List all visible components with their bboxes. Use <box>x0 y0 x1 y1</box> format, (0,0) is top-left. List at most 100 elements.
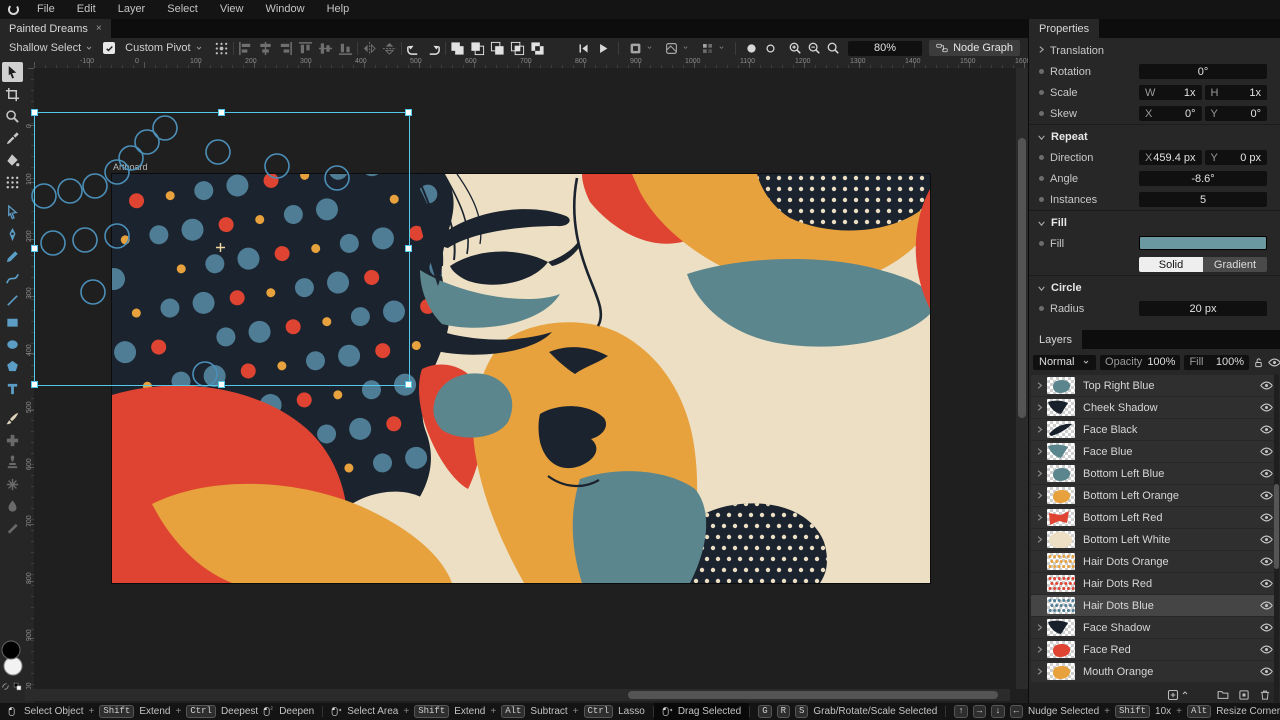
layer-visibility-eye-icon[interactable] <box>1260 556 1273 567</box>
menu-file[interactable]: File <box>26 0 66 19</box>
tab-layers[interactable]: Layers <box>1029 330 1082 349</box>
layer-visibility-eye-icon[interactable] <box>1260 446 1273 457</box>
pivot-checkbox[interactable] <box>103 42 115 54</box>
document-tab[interactable]: Painted Dreams × <box>0 19 111 38</box>
navigate-tool[interactable] <box>2 106 23 126</box>
heal-tool[interactable] <box>2 430 23 450</box>
canvas-vertical-scrollbar[interactable] <box>1016 68 1028 689</box>
layer-row-face-blue[interactable]: Face Blue <box>1031 441 1279 462</box>
flip-vertical-icon[interactable] <box>381 40 398 57</box>
rectangle-tool[interactable] <box>2 312 23 332</box>
layer-row-face-red[interactable]: Face Red <box>1031 639 1279 660</box>
layer-expand-chevron-icon[interactable] <box>1031 667 1047 676</box>
layer-expand-chevron-icon[interactable] <box>1031 645 1047 654</box>
view-mode-dropdown[interactable] <box>626 41 656 56</box>
parameter-dot[interactable] <box>1039 69 1044 74</box>
layer-fill-field[interactable]: Fill100% <box>1184 355 1249 370</box>
selection-handle[interactable] <box>405 109 412 116</box>
parameter-dot[interactable] <box>1039 155 1044 160</box>
layer-row-bottom-left-red[interactable]: Bottom Left Red <box>1031 507 1279 528</box>
eyedropper-tool[interactable] <box>2 128 23 148</box>
parameter-dot[interactable] <box>1039 176 1044 181</box>
new-layer-button[interactable] <box>1167 689 1189 701</box>
rotation-field[interactable]: 0° <box>1139 64 1267 79</box>
panel-scrollbar[interactable] <box>1274 374 1279 703</box>
layer-expand-chevron-icon[interactable] <box>1031 447 1047 456</box>
layer-visibility-eye-icon[interactable] <box>1260 644 1273 655</box>
layer-visibility-eye-icon[interactable] <box>1260 402 1273 413</box>
align-left-icon[interactable] <box>237 40 254 57</box>
expand-chevron-icon[interactable] <box>1037 45 1046 57</box>
layer-row-face-shadow[interactable]: Face Shadow <box>1031 617 1279 638</box>
gradient-button[interactable]: Gradient <box>1203 257 1267 272</box>
circle-filled-icon[interactable] <box>743 40 760 57</box>
align-right-icon[interactable] <box>277 40 294 57</box>
trash-button[interactable] <box>1259 689 1271 701</box>
overlays-dropdown[interactable] <box>662 41 692 56</box>
relight-tool[interactable] <box>2 518 23 538</box>
layer-visibility-eye-icon[interactable] <box>1260 666 1273 677</box>
panel-eye-icon[interactable] <box>1268 357 1280 368</box>
scale-w-field[interactable]: W1x <box>1139 85 1202 100</box>
layer-row-bottom-left-white[interactable]: Bottom Left White <box>1031 529 1279 550</box>
scale-h-field[interactable]: H1x <box>1205 85 1268 100</box>
patina-tool[interactable] <box>2 474 23 494</box>
layer-visibility-eye-icon[interactable] <box>1260 490 1273 501</box>
selection-handle[interactable] <box>405 245 412 252</box>
selection-handle[interactable] <box>405 381 412 388</box>
bool-subtract-front-icon[interactable] <box>469 40 486 57</box>
layer-visibility-eye-icon[interactable] <box>1260 468 1273 479</box>
path-tool[interactable] <box>2 202 23 222</box>
layer-row-hair-dots-orange[interactable]: Hair Dots Orange <box>1031 551 1279 572</box>
angle-field[interactable]: -8.6° <box>1139 171 1267 186</box>
selection-handle[interactable] <box>218 109 225 116</box>
bool-intersect-icon[interactable] <box>509 40 526 57</box>
layer-row-bottom-left-orange[interactable]: Bottom Left Orange <box>1031 485 1279 506</box>
zoom-out-icon[interactable] <box>805 40 822 57</box>
section-header-repeat[interactable]: Repeat <box>1029 128 1280 146</box>
layer-visibility-eye-icon[interactable] <box>1260 380 1273 391</box>
zoom-level-field[interactable]: 80% <box>848 41 922 56</box>
play-icon[interactable] <box>594 40 611 57</box>
canvas-horizontal-scrollbar[interactable] <box>25 689 1010 701</box>
section-header-circle[interactable]: Circle <box>1029 279 1280 297</box>
layer-expand-chevron-icon[interactable] <box>1031 623 1047 632</box>
menu-select[interactable]: Select <box>156 0 209 19</box>
blend-mode-dropdown[interactable]: Normal <box>1033 355 1096 370</box>
layer-row-hair-dots-red[interactable]: Hair Dots Red <box>1031 573 1279 594</box>
ellipse-tool[interactable] <box>2 334 23 354</box>
parameter-dot[interactable] <box>1039 90 1044 95</box>
circle-outline-icon[interactable] <box>762 40 779 57</box>
artboard-tool[interactable] <box>2 84 23 104</box>
clone-tool[interactable] <box>2 452 23 472</box>
parameter-dot[interactable] <box>1039 306 1044 311</box>
color-swap-reset[interactable] <box>1 682 24 691</box>
zoom-reset-icon[interactable] <box>824 40 841 57</box>
fill-tool[interactable] <box>2 150 23 170</box>
text-tool[interactable] <box>2 378 23 398</box>
gradient-tool[interactable] <box>2 172 23 192</box>
skew-y-field[interactable]: Y0° <box>1205 106 1268 121</box>
section-header-fill[interactable]: Fill <box>1029 214 1280 232</box>
menu-layer[interactable]: Layer <box>107 0 157 19</box>
menu-view[interactable]: View <box>209 0 255 19</box>
selection-mode-dropdown[interactable]: Shallow Select <box>6 41 96 55</box>
bool-difference-icon[interactable] <box>529 40 546 57</box>
flip-horizontal-icon[interactable] <box>361 40 378 57</box>
group-button[interactable] <box>1238 689 1250 701</box>
layer-visibility-eye-icon[interactable] <box>1260 622 1273 633</box>
menu-help[interactable]: Help <box>316 0 361 19</box>
pivot-grid-icon[interactable] <box>213 40 230 57</box>
tab-close-icon[interactable]: × <box>96 24 102 34</box>
polygon-tool[interactable] <box>2 356 23 376</box>
layer-visibility-eye-icon[interactable] <box>1260 424 1273 435</box>
bool-union-icon[interactable] <box>449 40 466 57</box>
tab-properties[interactable]: Properties <box>1029 19 1099 38</box>
layer-expand-chevron-icon[interactable] <box>1031 381 1047 390</box>
layer-row-cheek-shadow[interactable]: Cheek Shadow <box>1031 397 1279 418</box>
select-tool[interactable] <box>2 62 23 82</box>
direction-y-field[interactable]: Y0 px <box>1205 150 1268 165</box>
snapping-dropdown[interactable] <box>698 41 728 56</box>
skew-x-field[interactable]: X0° <box>1139 106 1202 121</box>
freehand-tool[interactable] <box>2 246 23 266</box>
